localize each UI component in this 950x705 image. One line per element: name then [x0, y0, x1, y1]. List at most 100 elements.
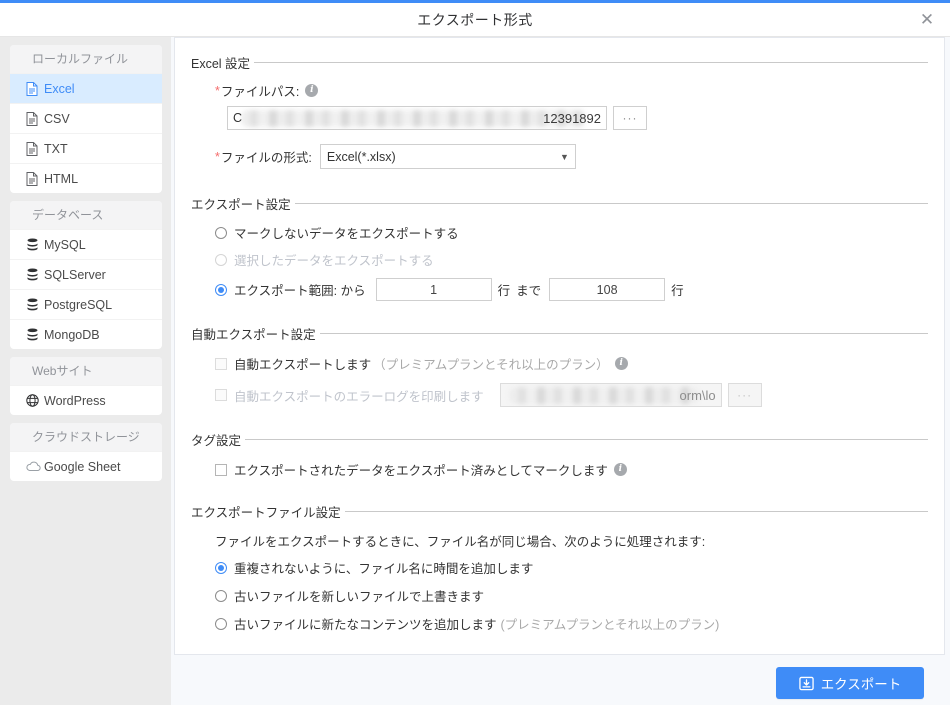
radio-button[interactable] [215, 617, 227, 630]
checkbox[interactable] [215, 357, 227, 370]
export-format-dialog: エクスポート形式 ✕ ローカルファイル Excel CSV TXT HTML デ… [0, 0, 950, 705]
settings-card: Excel 設定 * ファイルパス: i C 12391892 ··· * ファ… [174, 37, 945, 655]
section-divider [344, 510, 928, 512]
radio-label: 古いファイルに新たなコンテンツを追加します [234, 618, 497, 632]
sidebar-item-label: MongoDB [44, 327, 100, 342]
file-format-selected-value: Excel(*.xlsx) [326, 149, 396, 164]
database-icon [26, 238, 44, 252]
sidebar-item-csv[interactable]: CSV [10, 103, 162, 133]
sidebar-item-mysql[interactable]: MySQL [10, 229, 162, 259]
radio-export-range[interactable]: エクスポート範囲: から 1 行 まで 108 行 [191, 278, 928, 301]
export-target-sidebar: ローカルファイル Excel CSV TXT HTML データベース MySQL… [0, 37, 171, 705]
file-format-select[interactable]: Excel(*.xlsx) ▼ [319, 144, 576, 169]
sidebar-item-postgresql[interactable]: PostgreSQL [10, 289, 162, 319]
sidebar-item-label: TXT [44, 141, 68, 156]
radio-overwrite[interactable]: 古いファイルを新しいファイルで上書きます [191, 586, 928, 605]
info-icon[interactable]: i [613, 463, 627, 476]
file-icon [26, 111, 44, 126]
sidebar-item-label: HTML [44, 171, 79, 186]
checkbox-label: 自動エクスポートします [234, 358, 372, 372]
section-divider [245, 438, 928, 440]
sidebar-item-google-sheet[interactable]: Google Sheet [10, 451, 162, 481]
radio-add-time[interactable]: 重複されないように、ファイル名に時間を追加します [191, 558, 928, 577]
until-label: まで [516, 284, 542, 298]
checkbox-label: 自動エクスポートのエラーログを印刷します [234, 389, 484, 404]
chevron-down-icon: ▼ [559, 151, 569, 162]
sidebar-group-cloud-storage: クラウドストレージ Google Sheet [10, 423, 162, 481]
sidebar-item-html[interactable]: HTML [10, 163, 162, 193]
sidebar-item-label: Google Sheet [44, 459, 121, 474]
radio-button[interactable] [215, 561, 227, 574]
file-path-suffix: 12391892 [543, 110, 601, 126]
radio-label: 選択したデータをエクスポートする [234, 254, 434, 268]
export-file-settings-legend: エクスポートファイル設定 [191, 505, 341, 520]
file-path-input[interactable]: C 12391892 [227, 106, 607, 130]
checkbox-label: エクスポートされたデータをエクスポート済みとしてマークします [234, 464, 608, 478]
sidebar-item-label: MySQL [44, 237, 86, 252]
dialog-footer: エクスポート [171, 662, 950, 705]
radio-button[interactable] [215, 226, 227, 239]
auto-export-settings-section: 自動エクスポート設定 自動エクスポートします （プレミアムプランとそれ以上のプラ… [191, 323, 928, 407]
excel-settings-section: Excel 設定 * ファイルパス: i C 12391892 ··· * ファ… [191, 52, 928, 169]
export-button[interactable]: エクスポート [776, 667, 924, 699]
sidebar-group-database: データベース MySQL SQLServer PostgreSQL MongoD… [10, 201, 162, 349]
sidebar-item-label: Excel [44, 81, 75, 96]
range-to-input[interactable]: 108 [549, 278, 666, 301]
file-path-browse-button[interactable]: ··· [613, 106, 647, 130]
section-divider [254, 61, 928, 63]
dialog-title-bar: エクスポート形式 ✕ [0, 3, 950, 37]
file-path-label: ファイルパス: [220, 85, 300, 99]
database-icon [26, 328, 44, 342]
export-file-settings-section: エクスポートファイル設定 ファイルをエクスポートするときに、ファイル名が同じ場合… [191, 501, 928, 633]
radio-export-unmarked[interactable]: マークしないデータをエクスポートする [191, 223, 928, 242]
file-path-prefix: C [233, 111, 243, 125]
radio-label: エクスポート範囲: から [234, 284, 366, 298]
checkbox-mark-exported-row[interactable]: エクスポートされたデータをエクスポート済みとしてマークします i [191, 460, 928, 479]
file-icon [26, 171, 44, 186]
radio-append[interactable]: 古いファイルに新たなコンテンツを追加します (プレミアムプランとそれ以上のプラン… [191, 614, 928, 633]
sidebar-item-sqlserver[interactable]: SQLServer [10, 259, 162, 289]
close-icon[interactable]: ✕ [912, 5, 942, 35]
tag-settings-legend: タグ設定 [191, 433, 242, 448]
sidebar-item-txt[interactable]: TXT [10, 133, 162, 163]
database-icon [26, 298, 44, 312]
unit-label-row-from: 行 [497, 284, 511, 298]
sidebar-item-label: CSV [44, 111, 70, 126]
checkbox [215, 389, 227, 401]
required-marker: * [215, 149, 220, 164]
file-format-row: * ファイルの形式: Excel(*.xlsx) ▼ [191, 144, 928, 169]
premium-plan-note: （プレミアムプランとそれ以上のプラン） [373, 358, 609, 372]
dialog-body: ローカルファイル Excel CSV TXT HTML データベース MySQL… [0, 37, 950, 705]
sidebar-item-label: SQLServer [44, 267, 106, 282]
sidebar-group-title: データベース [10, 201, 162, 229]
tag-settings-section: タグ設定 エクスポートされたデータをエクスポート済みとしてマークします i [191, 429, 928, 479]
error-log-path-suffix: orm\lo [679, 387, 716, 403]
radio-button[interactable] [215, 283, 227, 296]
checkbox[interactable] [215, 463, 227, 476]
sidebar-item-excel[interactable]: Excel [10, 73, 162, 103]
sidebar-item-mongodb[interactable]: MongoDB [10, 319, 162, 349]
unit-label-row-to: 行 [671, 284, 684, 298]
radio-label: 重複されないように、ファイル名に時間を追加します [234, 562, 534, 576]
sidebar-group-website: Webサイト WordPress [10, 357, 162, 415]
settings-panel: Excel 設定 * ファイルパス: i C 12391892 ··· * ファ… [171, 37, 950, 705]
radio-button[interactable] [215, 589, 227, 602]
info-icon[interactable]: i [614, 357, 628, 370]
error-log-path-input: orm\lo [499, 383, 722, 407]
required-marker: * [215, 83, 220, 98]
export-settings-legend: エクスポート設定 [191, 197, 291, 212]
info-icon[interactable]: i [305, 84, 319, 97]
auto-export-legend: 自動エクスポート設定 [191, 327, 316, 342]
sidebar-group-title: クラウドストレージ [10, 423, 162, 451]
file-icon [26, 81, 44, 96]
sidebar-group-title: ローカルファイル [10, 45, 162, 73]
checkbox-auto-export-row[interactable]: 自動エクスポートします （プレミアムプランとそれ以上のプラン） i [191, 354, 928, 373]
premium-plan-note: (プレミアムプランとそれ以上のプラン) [500, 618, 720, 632]
sidebar-group-local-file: ローカルファイル Excel CSV TXT HTML [10, 45, 162, 193]
sidebar-item-label: PostgreSQL [44, 297, 113, 312]
sidebar-item-label: WordPress [44, 393, 106, 408]
sidebar-item-wordpress[interactable]: WordPress [10, 385, 162, 415]
duplicate-handling-description: ファイルをエクスポートするときに、ファイル名が同じ場合、次のように処理されます: [215, 535, 706, 549]
save-download-icon [798, 676, 814, 691]
range-from-input[interactable]: 1 [375, 278, 492, 301]
